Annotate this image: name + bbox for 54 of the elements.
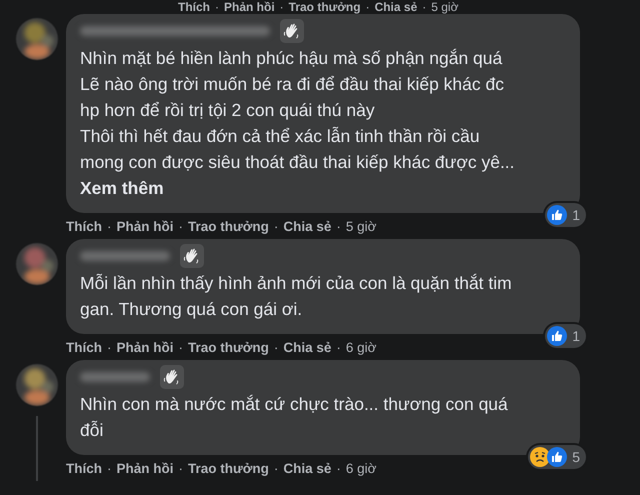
reaction-count: 1	[572, 207, 580, 223]
separator-dot: ·	[107, 460, 112, 476]
action-link[interactable]: Chia sẻ	[283, 460, 332, 476]
separator-dot: ·	[178, 340, 183, 354]
action-link[interactable]: Chia sẻ	[283, 340, 332, 354]
separator-dot: ·	[274, 460, 278, 476]
separator-dot: ·	[336, 460, 341, 476]
separator-dot: ·	[215, 0, 219, 14]
action-link[interactable]: Trao thưởng	[288, 0, 361, 14]
action-link[interactable]: Trao thưởng	[188, 460, 269, 476]
like-icon	[547, 205, 568, 225]
comment-text: Nhìn con mà nước mắt cứ chực trào... thương con quá đỗi	[80, 393, 509, 442]
hand-icon	[280, 19, 304, 43]
action-link[interactable]: Thích	[66, 460, 102, 476]
reaction-count: 5	[572, 449, 580, 465]
action-link[interactable]: Thích	[178, 0, 210, 14]
like-icon	[547, 447, 568, 467]
hand-icon	[160, 365, 184, 389]
separator-dot: ·	[366, 0, 370, 14]
action-link[interactable]: Phản hồi	[116, 340, 174, 354]
sad-face-icon	[530, 447, 550, 467]
separator-dot: ·	[336, 340, 341, 354]
reaction-badge[interactable]: 5	[528, 445, 586, 469]
reaction-count: 1	[572, 328, 580, 344]
separator-dot: ·	[336, 218, 341, 234]
comment-time: 5 giờ	[431, 0, 458, 14]
reaction-badge[interactable]: 1	[545, 324, 586, 348]
separator-dot: ·	[107, 340, 112, 354]
separator-dot: ·	[178, 460, 183, 476]
action-link[interactable]: Phản hồi	[116, 460, 174, 476]
see-more-link[interactable]: Xem thêm	[80, 175, 164, 201]
action-link[interactable]: Phản hồi	[224, 0, 275, 14]
reaction-badge[interactable]: 1	[545, 203, 586, 227]
comment-text: Nhìn mặt bé hiền lành phúc hậu mà số phận ngắn quá Lẽ nào ông trời muốn bé ra đi để đầu thai kiếp khác đc hp hơn để rồi trị tội 2 con quái thú này Thôi thì hết đau đớn cả thể xác lẫn tinh thần rồi cầu mong con được siêu thoát đầu thai kiếp khác được yê...	[80, 47, 516, 174]
action-link[interactable]: Thích	[66, 340, 102, 354]
action-link[interactable]: Thích	[66, 218, 102, 234]
comment-time: 5 giờ	[346, 218, 377, 234]
action-link[interactable]: Trao thưởng	[188, 340, 269, 354]
like-icon	[547, 326, 568, 346]
separator-dot: ·	[274, 218, 278, 234]
action-link[interactable]: Chia sẻ	[283, 218, 332, 234]
separator-dot: ·	[178, 218, 183, 234]
separator-dot: ·	[107, 218, 112, 234]
separator-dot: ·	[280, 0, 284, 14]
blurred-name	[80, 372, 150, 382]
action-link[interactable]: Chia sẻ	[374, 0, 418, 14]
separator-dot: ·	[274, 340, 278, 354]
hand-icon	[180, 244, 204, 268]
action-link[interactable]: Trao thưởng	[188, 218, 269, 234]
comment-text: Mỗi lần nhìn thấy hình ảnh mới của con là quặn thắt tim gan. Thương quá con gái ơi.	[80, 272, 513, 321]
comment-time: 6 giờ	[346, 460, 377, 476]
comment-time: 6 giờ	[346, 340, 377, 354]
separator-dot: ·	[422, 0, 426, 14]
action-link[interactable]: Phản hồi	[116, 218, 174, 234]
